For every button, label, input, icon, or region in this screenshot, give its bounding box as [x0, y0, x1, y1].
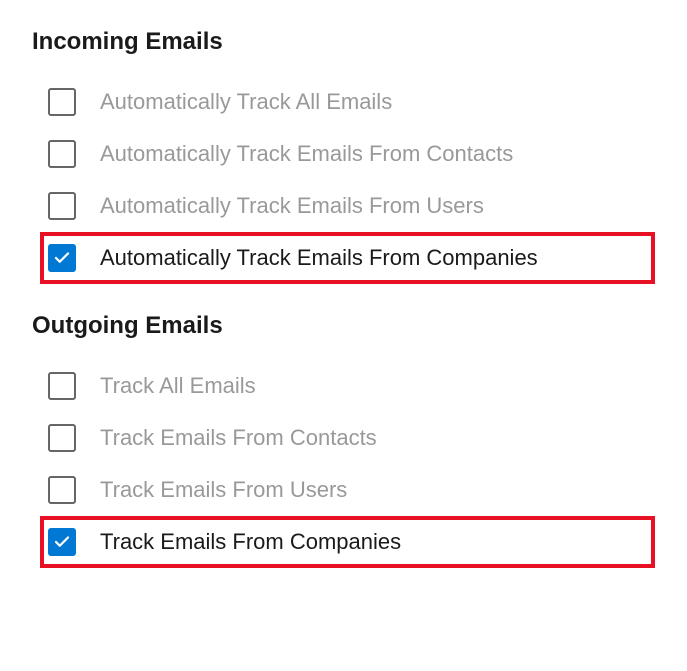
option-track-companies-outgoing[interactable]: Track Emails From Companies — [40, 516, 655, 568]
check-icon — [53, 249, 71, 267]
option-track-users-incoming[interactable]: Automatically Track Emails From Users — [40, 180, 655, 232]
checkbox-track-companies-incoming[interactable] — [48, 244, 76, 272]
check-icon — [53, 533, 71, 551]
checkbox-track-all-outgoing[interactable] — [48, 372, 76, 400]
option-label: Track Emails From Contacts — [100, 425, 377, 451]
checkbox-track-companies-outgoing[interactable] — [48, 528, 76, 556]
option-track-companies-incoming[interactable]: Automatically Track Emails From Companie… — [40, 232, 655, 284]
section-outgoing-emails: Outgoing Emails Track All Emails Track E… — [32, 312, 655, 568]
option-label: Automatically Track Emails From Contacts — [100, 141, 513, 167]
option-label: Automatically Track Emails From Users — [100, 193, 484, 219]
checkbox-track-contacts-outgoing[interactable] — [48, 424, 76, 452]
option-track-contacts-incoming[interactable]: Automatically Track Emails From Contacts — [40, 128, 655, 180]
section-title-outgoing: Outgoing Emails — [32, 312, 655, 340]
option-label: Track Emails From Users — [100, 477, 347, 503]
option-track-all-outgoing[interactable]: Track All Emails — [40, 360, 655, 412]
checkbox-track-users-outgoing[interactable] — [48, 476, 76, 504]
checkbox-track-all-incoming[interactable] — [48, 88, 76, 116]
section-incoming-emails: Incoming Emails Automatically Track All … — [32, 28, 655, 284]
option-track-users-outgoing[interactable]: Track Emails From Users — [40, 464, 655, 516]
section-title-incoming: Incoming Emails — [32, 28, 655, 56]
checkbox-track-users-incoming[interactable] — [48, 192, 76, 220]
option-track-contacts-outgoing[interactable]: Track Emails From Contacts — [40, 412, 655, 464]
option-label: Track All Emails — [100, 373, 256, 399]
checkbox-track-contacts-incoming[interactable] — [48, 140, 76, 168]
option-label: Automatically Track Emails From Companie… — [100, 245, 538, 271]
option-label: Automatically Track All Emails — [100, 89, 392, 115]
option-label: Track Emails From Companies — [100, 529, 401, 555]
option-track-all-incoming[interactable]: Automatically Track All Emails — [40, 76, 655, 128]
